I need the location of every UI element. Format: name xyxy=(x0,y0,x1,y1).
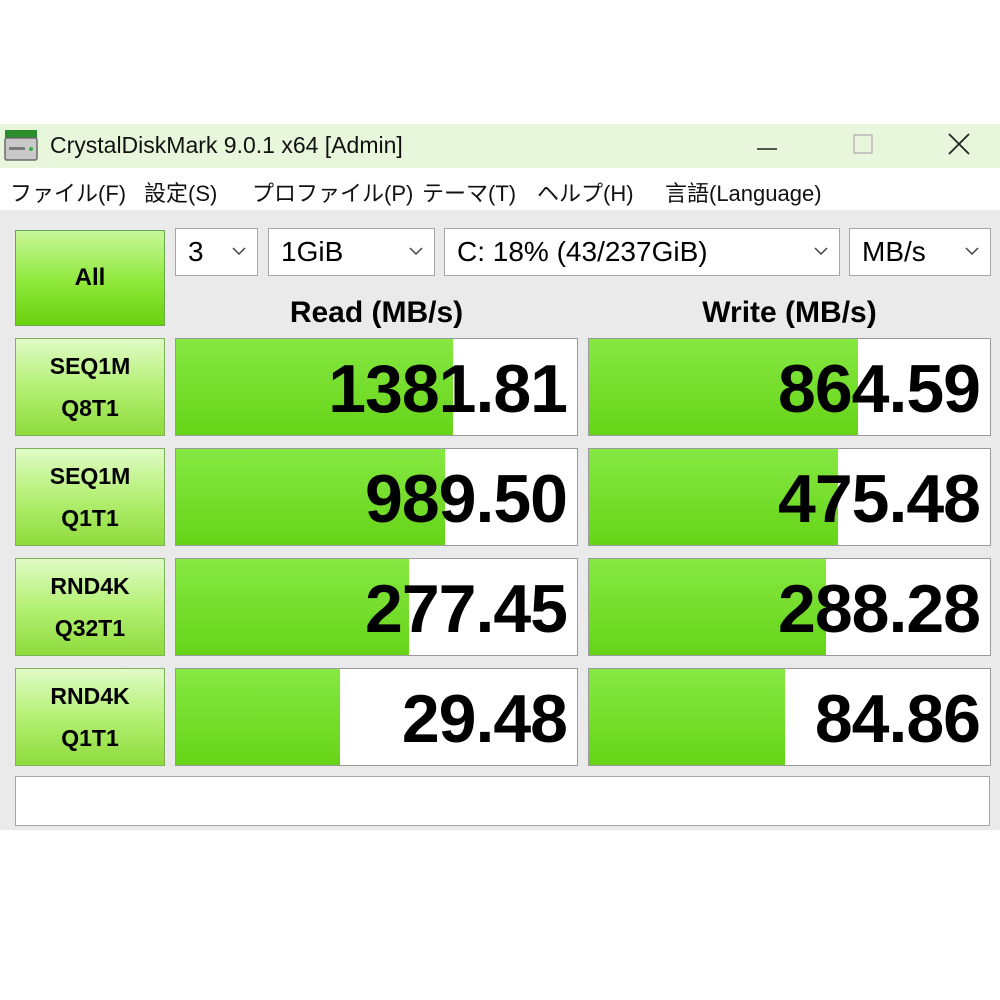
test-count-value: 3 xyxy=(188,236,204,267)
minimize-icon xyxy=(757,148,777,150)
write-result-value: 288.28 xyxy=(778,571,981,647)
read-result-value: 29.48 xyxy=(401,681,568,757)
test-rnd4k-q1t1-button[interactable]: RND4K Q1T1 xyxy=(15,668,165,766)
menu-file[interactable]: ファイル(F) xyxy=(10,176,126,208)
drive-value: C: 18% (43/237GiB) xyxy=(457,236,708,267)
read-result-bar xyxy=(176,669,341,765)
test-queue-label: Q1T1 xyxy=(61,725,119,751)
maximize-button[interactable] xyxy=(830,124,896,164)
close-icon xyxy=(948,133,970,155)
menu-profile[interactable]: プロファイル(P) xyxy=(252,176,413,208)
test-seq1m-q8t1-button[interactable]: SEQ1M Q8T1 xyxy=(15,338,165,436)
chevron-down-icon xyxy=(814,247,828,256)
test-type-label: RND4K xyxy=(50,573,130,599)
read-result-cell: 29.48 xyxy=(175,668,578,766)
write-result-value: 864.59 xyxy=(778,351,981,427)
test-type-label: RND4K xyxy=(50,683,130,709)
maximize-icon xyxy=(853,134,873,154)
write-result-cell: 84.86 xyxy=(588,668,991,766)
chevron-down-icon xyxy=(232,247,246,256)
read-result-cell: 277.45 xyxy=(175,558,578,656)
test-queue-label: Q1T1 xyxy=(61,505,119,531)
menu-language[interactable]: 言語(Language) xyxy=(665,176,822,208)
test-rnd4k-q32t1-button[interactable]: RND4K Q32T1 xyxy=(15,558,165,656)
read-result-value: 989.50 xyxy=(365,461,568,537)
close-button[interactable] xyxy=(926,124,992,164)
crystaldiskmark-window: CrystalDiskMark 9.0.1 x64 [Admin] ファイル(F… xyxy=(0,124,1000,830)
write-result-value: 475.48 xyxy=(778,461,981,537)
test-size-select[interactable]: 1GiB xyxy=(268,228,435,276)
menu-settings[interactable]: 設定(S) xyxy=(144,176,217,208)
test-type-label: SEQ1M xyxy=(49,353,131,379)
menu-help[interactable]: ヘルプ(H) xyxy=(537,176,634,208)
unit-select[interactable]: MB/s xyxy=(849,228,991,276)
title-bar[interactable]: CrystalDiskMark 9.0.1 x64 [Admin] xyxy=(0,124,1000,168)
benchmark-panel: All 3 1GiB C: 18% (43/237GiB) MB/s Read … xyxy=(0,210,1000,830)
read-result-cell: 989.50 xyxy=(175,448,578,546)
menu-theme[interactable]: テーマ(T) xyxy=(422,176,516,208)
write-result-cell: 864.59 xyxy=(588,338,991,436)
test-queue-label: Q32T1 xyxy=(54,615,126,641)
read-result-cell: 1381.81 xyxy=(175,338,578,436)
run-all-button[interactable]: All xyxy=(15,230,165,326)
write-result-cell: 288.28 xyxy=(588,558,991,656)
chevron-down-icon xyxy=(965,247,979,256)
drive-select[interactable]: C: 18% (43/237GiB) xyxy=(444,228,840,276)
read-result-value: 1381.81 xyxy=(328,351,568,427)
write-result-bar xyxy=(589,669,786,765)
test-type-label: SEQ1M xyxy=(49,463,131,489)
test-queue-label: Q8T1 xyxy=(61,395,119,421)
test-count-select[interactable]: 3 xyxy=(175,228,258,276)
window-title: CrystalDiskMark 9.0.1 x64 [Admin] xyxy=(50,132,403,158)
read-column-header: Read (MB/s) xyxy=(289,296,464,329)
test-seq1m-q1t1-button[interactable]: SEQ1M Q1T1 xyxy=(15,448,165,546)
read-result-value: 277.45 xyxy=(365,571,568,647)
test-size-value: 1GiB xyxy=(281,236,344,267)
comment-input[interactable] xyxy=(15,776,990,826)
chevron-down-icon xyxy=(409,247,423,256)
menu-bar: ファイル(F) 設定(S) プロファイル(P) テーマ(T) ヘルプ(H) 言語… xyxy=(0,168,1000,210)
minimize-button[interactable] xyxy=(734,124,800,164)
write-result-value: 84.86 xyxy=(814,681,981,757)
app-drive-icon xyxy=(4,130,38,161)
write-column-header: Write (MB/s) xyxy=(702,296,877,329)
write-result-cell: 475.48 xyxy=(588,448,991,546)
unit-value: MB/s xyxy=(862,236,926,267)
